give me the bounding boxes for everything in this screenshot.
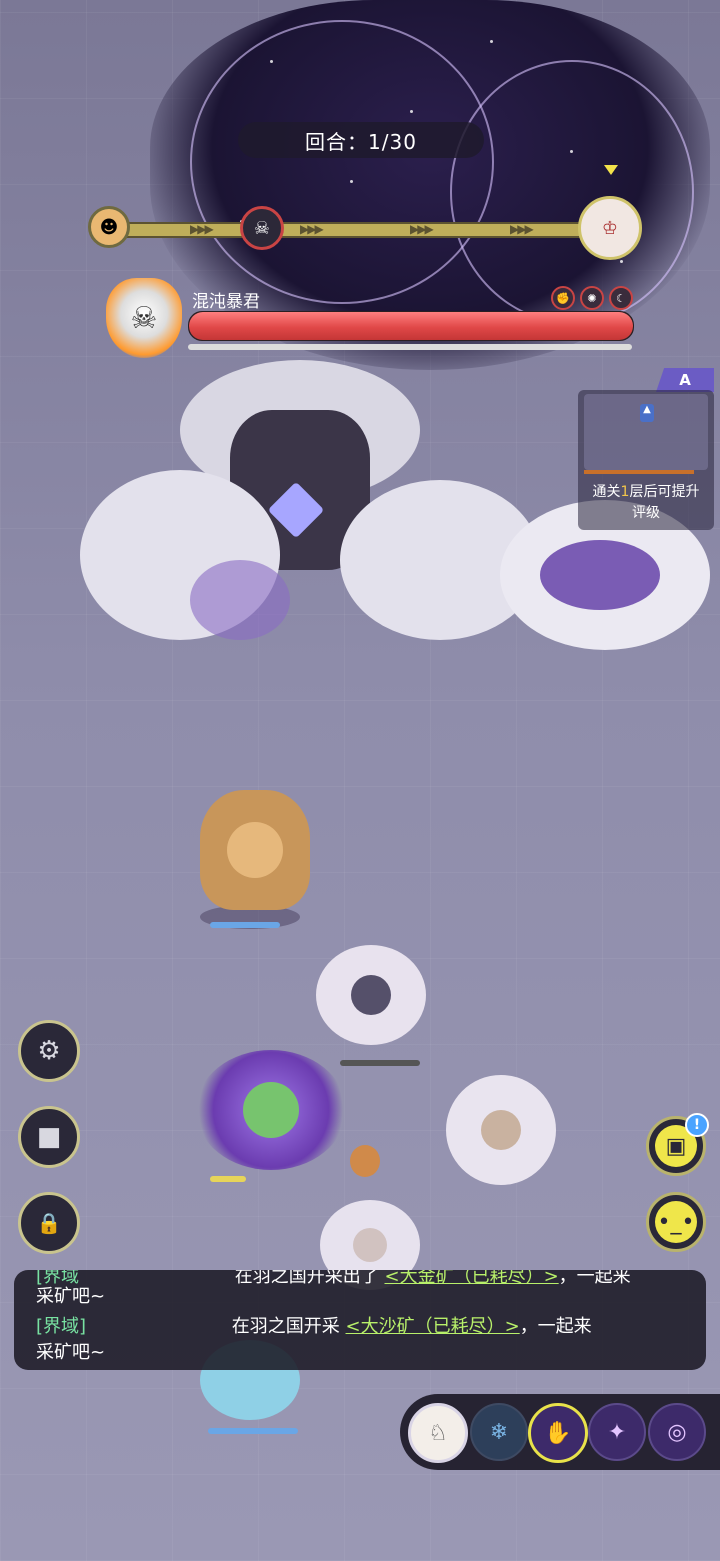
track-arrows: ▶▶▶ <box>510 222 534 236</box>
chat-text-tail: ，一起来 <box>519 1316 592 1337</box>
emote-button[interactable]: •_• <box>646 1192 706 1252</box>
minimap: ▲ <box>584 394 708 470</box>
knight-helmet <box>243 1082 299 1138</box>
turn-order-track: ▶▶▶ ▶▶▶ ▶▶▶ ▶▶▶ <box>118 222 592 238</box>
turn-avatar-boss[interactable]: ☠ <box>240 206 284 250</box>
mage-face <box>351 975 391 1015</box>
replay-camera-button[interactable]: ■ <box>18 1106 80 1168</box>
chat-text-tail: ，一起来 <box>558 1270 631 1287</box>
moon-icon[interactable]: ☾ <box>609 286 633 310</box>
boss-name: 混沌暴君 <box>192 292 260 312</box>
boss-hp-fill <box>189 312 633 340</box>
scarecrow-hp-bar <box>210 922 280 928</box>
chat-item-link[interactable]: <大金矿（已耗尽）> <box>385 1270 559 1287</box>
lock-button[interactable]: 🔒 <box>18 1192 80 1254</box>
track-arrows: ▶▶▶ <box>300 222 324 236</box>
ice-shard-icon: ❄ <box>489 1419 509 1445</box>
chat-message-cont: 采矿吧~ <box>36 1342 106 1363</box>
rank-hint: 通关1层后可提升 评级 <box>578 482 714 524</box>
turn-avatar-sheep-hero[interactable]: ♔ <box>578 196 642 260</box>
staff-mage-unit[interactable] <box>316 945 426 1045</box>
skill-bar: ♘ ❄ ✋ ✦ ◎ <box>400 1394 720 1470</box>
chat-text: 在羽之国开采出了 <box>234 1270 379 1287</box>
round-counter: 回合：1/30 <box>238 122 484 158</box>
knight-hp-bar <box>210 1176 246 1182</box>
notification-badge: ! <box>685 1113 709 1137</box>
lock-icon: 🔒 <box>36 1211 62 1235</box>
hero-portrait-icon: ♘ <box>428 1420 448 1446</box>
turn-avatar-scarecrow[interactable]: ☻ <box>88 206 130 248</box>
skill-ice-shard[interactable]: ❄ <box>470 1403 528 1461</box>
neutral-face-icon: •_• <box>655 1201 697 1243</box>
chat-message: [界域 在羽之国开采出了 <大金矿（已耗尽）>，一起来 <box>36 1270 631 1288</box>
boss-status-icons: ✊ ✺ ☾ <box>551 286 633 310</box>
rank-hint-line2: 评级 <box>632 505 660 521</box>
rank-panel[interactable]: ▲ 通关1层后可提升 评级 <box>578 390 714 530</box>
priest-face <box>481 1110 521 1150</box>
chat-text: 在羽之国开采 <box>231 1316 340 1337</box>
boss-shield-bar <box>188 344 632 350</box>
skill-void-hand[interactable]: ✋ <box>528 1403 588 1463</box>
vortex-icon: ◎ <box>667 1419 687 1445</box>
camera-icon: ■ <box>36 1122 62 1152</box>
boss-hp-bar <box>188 311 634 341</box>
chat-item-link[interactable]: <大沙矿（已耗尽）> <box>346 1316 520 1337</box>
chest-button[interactable]: ▣ ! <box>646 1113 709 1176</box>
rank-hint-suffix: 层后可提升 <box>629 484 700 500</box>
dark-knight-unit[interactable] <box>196 1050 346 1170</box>
scarecrow-unit[interactable] <box>200 790 310 910</box>
hero-portrait-button[interactable]: ♘ <box>408 1403 468 1463</box>
warrior-face <box>353 1228 387 1262</box>
fist-icon[interactable]: ✊ <box>551 286 575 310</box>
skill-vortex[interactable]: ◎ <box>648 1403 706 1461</box>
chat-message: [界域] 在羽之国开采 <大沙矿（已耗尽）>，一起来 <box>36 1312 592 1338</box>
star <box>490 40 493 43</box>
mage-hp-bar <box>340 1060 420 1066</box>
frost-beast-hp-bar <box>208 1428 298 1434</box>
skill-dark-slash[interactable]: ✦ <box>588 1403 646 1461</box>
boss-emblem-icon: ☠ <box>106 278 182 358</box>
current-turn-marker <box>604 165 618 175</box>
dark-slash-icon: ✦ <box>607 1419 627 1445</box>
scarecrow-face-icon: ☻ <box>99 216 119 238</box>
world-chat-panel[interactable]: [界域 在羽之国开采出了 <大金矿（已耗尽）>，一起来 采矿吧~ [界域] 在羽… <box>14 1270 706 1370</box>
scarecrow-face <box>227 822 283 878</box>
void-hand-icon: ✋ <box>544 1420 572 1446</box>
track-arrows: ▶▶▶ <box>410 222 434 236</box>
sheep-priest-unit[interactable] <box>446 1075 556 1185</box>
rank-progress-bar <box>584 470 694 474</box>
sheep-hero-icon: ♔ <box>601 217 619 239</box>
map-pin-icon: ▲ <box>640 404 654 422</box>
chat-message-cont: 采矿吧~ <box>36 1286 106 1307</box>
chat-channel-tag: [界域] <box>36 1316 87 1337</box>
boss-skull-icon: ☠ <box>253 217 271 239</box>
gingerbread-unit[interactable] <box>350 1145 380 1177</box>
rank-hint-prefix: 通关 <box>592 484 621 500</box>
lightning-arc <box>450 60 694 324</box>
burst-icon[interactable]: ✺ <box>580 286 604 310</box>
boss-tail-shade <box>540 540 660 610</box>
track-arrows: ▶▶▶ <box>190 222 214 236</box>
rank-grade-badge: A <box>656 368 714 392</box>
settings-button[interactable]: ⚙ <box>18 1020 80 1082</box>
lightning-arc <box>190 20 494 304</box>
gear-icon: ⚙ <box>37 1036 61 1066</box>
boss-shadow-glow <box>190 560 290 640</box>
